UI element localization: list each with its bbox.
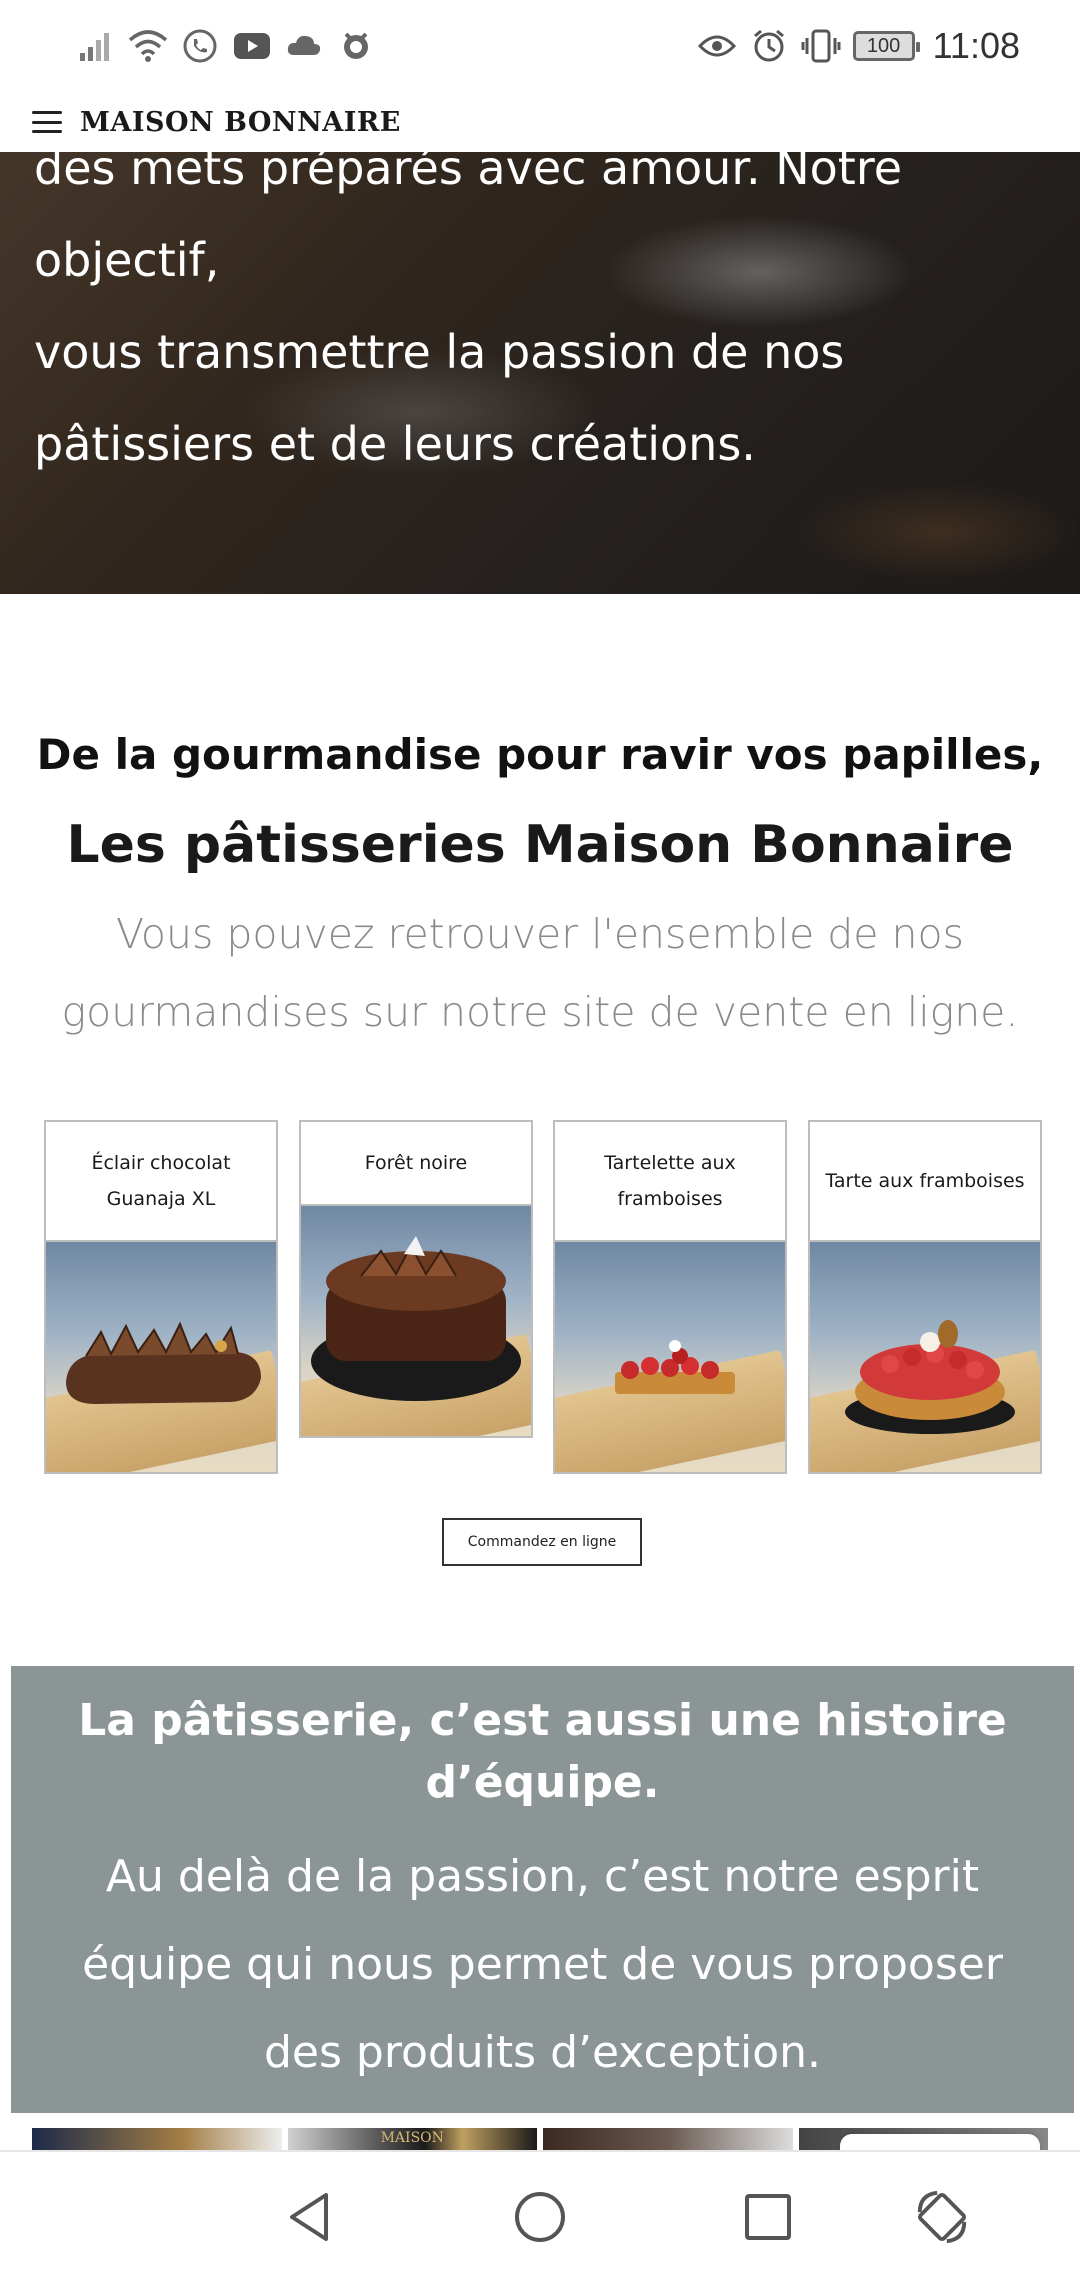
- system-nav-bar: [0, 2150, 1080, 2280]
- section-subtitle: Les pâtisseries Maison Bonnaire: [66, 815, 1014, 875]
- rotate-icon[interactable]: [912, 2187, 972, 2247]
- team-section: La pâtisserie, c’est aussi une histoire …: [11, 1666, 1074, 2113]
- product-card[interactable]: Forêt noire: [299, 1120, 533, 1438]
- wifi-icon: [128, 26, 168, 66]
- signal-icon: [76, 26, 116, 66]
- order-online-button[interactable]: Commandez en ligne: [442, 1518, 642, 1566]
- product-card[interactable]: Tartelette aux framboises: [553, 1120, 787, 1474]
- hero-line: des mets préparés avec amour. Notre: [34, 152, 903, 195]
- battery-level: 100: [866, 34, 901, 57]
- eye-icon: [697, 26, 737, 66]
- gallery-image[interactable]: MAISON: [287, 2128, 537, 2152]
- hero-banner: des mets préparés avec amour. Notre obje…: [0, 152, 1080, 594]
- hero-text: des mets préparés avec amour. Notre obje…: [34, 152, 1034, 490]
- youtube-icon: [232, 26, 272, 66]
- product-card[interactable]: Tarte aux framboises: [808, 1120, 1042, 1474]
- weather-icon: [284, 26, 324, 66]
- product-name: Forêt noire: [301, 1122, 531, 1206]
- product-name: Éclair chocolat Guanaja XL: [46, 1122, 276, 1242]
- back-icon[interactable]: [280, 2187, 340, 2247]
- status-time: 11:08: [932, 25, 1020, 66]
- recents-icon[interactable]: [738, 2187, 798, 2247]
- hero-line: objectif,: [34, 233, 220, 287]
- product-name: Tartelette aux framboises: [555, 1122, 785, 1242]
- github-icon: [336, 26, 376, 66]
- phone-icon: [180, 26, 220, 66]
- product-image: [46, 1242, 276, 1472]
- product-card[interactable]: Éclair chocolat Guanaja XL: [44, 1120, 278, 1474]
- vibrate-icon: [801, 26, 841, 66]
- status-right-icons: 100 11:08: [697, 25, 1020, 67]
- site-header: MAISON BONNAIRE: [0, 92, 1080, 152]
- gallery-image[interactable]: [543, 2128, 793, 2152]
- section-title: De la gourmandise pour ravir vos papille…: [36, 730, 1044, 779]
- status-left-icons: [76, 26, 376, 66]
- hero-line: vous transmettre la passion de nos: [34, 325, 845, 379]
- product-image: [810, 1242, 1040, 1472]
- product-name: Tarte aux framboises: [810, 1122, 1040, 1242]
- section-description: Vous pouvez retrouver l'ensemble de nos …: [61, 910, 1019, 1036]
- battery-icon: 100: [852, 31, 920, 61]
- team-text: Au delà de la passion, c’est notre espri…: [82, 1851, 1003, 2078]
- gallery-image[interactable]: [32, 2128, 282, 2152]
- gallery-label: MAISON: [380, 2130, 444, 2146]
- home-icon[interactable]: [510, 2187, 570, 2247]
- product-image: [301, 1206, 531, 1436]
- team-title: La pâtisserie, c’est aussi une histoire …: [78, 1695, 1007, 1808]
- product-image: [555, 1242, 785, 1472]
- status-bar: 100 11:08: [0, 0, 1080, 92]
- menu-icon[interactable]: [32, 111, 62, 133]
- alarm-icon: [749, 26, 789, 66]
- brand-logo[interactable]: MAISON BONNAIRE: [80, 107, 401, 138]
- hero-line: pâtissiers et de leurs créations.: [34, 417, 756, 471]
